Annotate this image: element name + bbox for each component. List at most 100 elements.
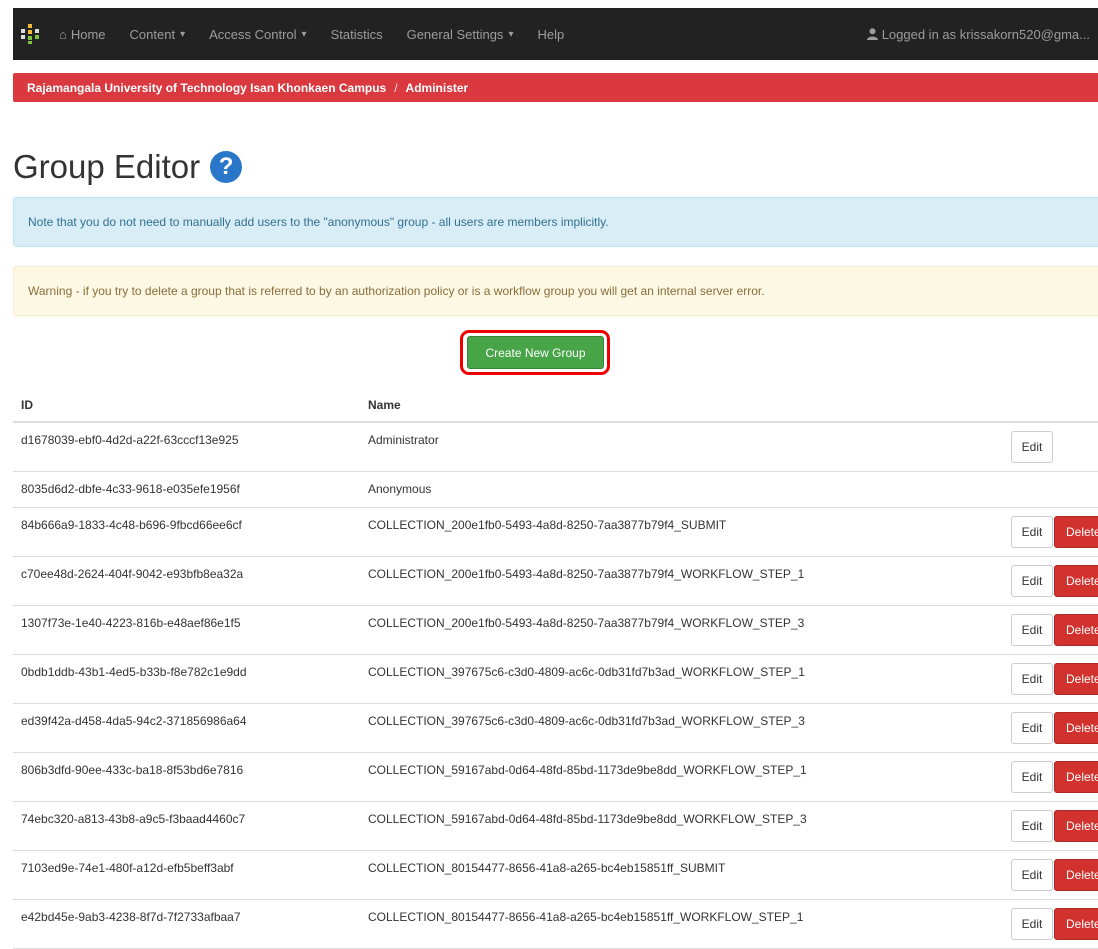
groups-table: ID Name d1678039-ebf0-4d2d-a22f-63cccf13… [13,388,1098,949]
user-icon [866,28,878,40]
breadcrumb: Rajamangala University of Technology Isa… [13,73,1098,102]
group-id-cell: 806b3dfd-90ee-433c-ba18-8f53bd6e7816 [21,763,244,777]
group-id-cell: 7103ed9e-74e1-480f-a12d-efb5beff3abf [21,861,234,875]
group-name-cell: COLLECTION_80154477-8656-41a8-a265-bc4eb… [368,910,804,924]
group-name-cell: Anonymous [368,482,432,496]
warning-alert: Warning - if you try to delete a group t… [13,266,1098,316]
table-row: ed39f42a-d458-4da5-94c2-371856986a64 COLL… [13,704,1098,753]
nav-general-settings-label: General Settings [406,26,504,42]
page-title-text: Group Editor [13,148,201,185]
group-name-cell: COLLECTION_397675c6-c3d0-4809-ac6c-0db31… [368,714,805,728]
table-row: 7103ed9e-74e1-480f-a12d-efb5beff3abf COLL… [13,851,1098,900]
row-actions: Edit Delete [1000,606,1098,654]
group-id-cell: 74ebc320-a813-43b8-a9c5-f3baad4460c7 [21,812,246,826]
help-icon[interactable]: ? [210,151,243,183]
info-alert-text: Note that you do not need to manually ad… [28,215,609,229]
table-header: ID Name [13,388,1098,423]
page-title: Group Editor ? [13,148,243,186]
top-navbar: ⌂ Home Content ▾ Access Control ▾ Statis… [13,8,1098,60]
delete-group-button[interactable]: Delete [1054,614,1098,646]
row-actions: Edit Delete [1000,851,1098,899]
table-row: e42bd45e-9ab3-4238-8f7d-7f2733afbaa7 COLL… [13,900,1098,949]
delete-group-button[interactable]: Delete [1054,761,1098,793]
group-name-cell: COLLECTION_200e1fb0-5493-4a8d-8250-7aa38… [368,518,727,532]
row-actions: Edit [1000,423,1098,471]
breadcrumb-current: Administer [405,80,469,95]
group-id-cell: 0bdb1ddb-43b1-4ed5-b33b-f8e782c1e9dd [21,665,247,679]
table-row: 0bdb1ddb-43b1-4ed5-b33b-f8e782c1e9dd COLL… [13,655,1098,704]
dspace-logo-icon [21,24,39,44]
group-id-cell: 8035d6d2-dbfe-4c33-9618-e035efe1956f [21,482,240,496]
table-row: c70ee48d-2624-404f-9042-e93bfb8ea32a COLL… [13,557,1098,606]
delete-group-button[interactable]: Delete [1054,663,1098,695]
nav-help[interactable]: Help [525,8,576,60]
header-id: ID [21,397,33,412]
row-actions: Edit Delete [1000,900,1098,948]
group-name-cell: Administrator [368,433,439,447]
nav-access-control-label: Access Control [209,26,297,42]
edit-group-button[interactable]: Edit [1011,761,1053,793]
group-name-cell: COLLECTION_59167abd-0d64-48fd-85bd-1173d… [368,763,807,777]
brand-logo[interactable] [13,8,47,60]
nav-statistics-label: Statistics [330,26,383,42]
caret-down-icon: ▾ [180,28,186,40]
nav-home-label: Home [70,26,106,42]
nav-general-settings[interactable]: General Settings ▾ [395,8,526,60]
row-actions: Edit Delete [1000,802,1098,850]
edit-group-button[interactable]: Edit [1011,516,1053,548]
create-new-group-button[interactable]: Create New Group [467,336,604,369]
delete-group-button[interactable]: Delete [1054,516,1098,548]
group-name-cell: COLLECTION_80154477-8656-41a8-a265-bc4eb… [368,861,726,875]
warning-alert-text: Warning - if you try to delete a group t… [28,284,765,298]
row-actions: Edit Delete [1000,704,1098,752]
row-actions [1000,472,1098,507]
delete-group-button[interactable]: Delete [1054,908,1098,940]
group-name-cell: COLLECTION_397675c6-c3d0-4809-ac6c-0db31… [368,665,805,679]
delete-group-button[interactable]: Delete [1054,859,1098,891]
home-icon: ⌂ [59,26,67,42]
group-id-cell: ed39f42a-d458-4da5-94c2-371856986a64 [21,714,247,728]
caret-down-icon: ▾ [301,28,307,40]
group-id-cell: d1678039-ebf0-4d2d-a22f-63cccf13e925 [21,433,239,447]
table-row: 8035d6d2-dbfe-4c33-9618-e035efe1956f Anon… [13,472,1098,508]
nav-statistics[interactable]: Statistics [319,8,395,60]
group-id-cell: 1307f73e-1e40-4223-816b-e48aef86e1f5 [21,616,241,630]
edit-group-button[interactable]: Edit [1011,614,1053,646]
group-name-cell: COLLECTION_200e1fb0-5493-4a8d-8250-7aa38… [368,567,805,581]
delete-group-button[interactable]: Delete [1054,712,1098,744]
table-row: 74ebc320-a813-43b8-a9c5-f3baad4460c7 COLL… [13,802,1098,851]
nav-access-control[interactable]: Access Control ▾ [197,8,318,60]
row-actions: Edit Delete [1000,655,1098,703]
group-name-cell: COLLECTION_200e1fb0-5493-4a8d-8250-7aa38… [368,616,805,630]
group-name-cell: COLLECTION_59167abd-0d64-48fd-85bd-1173d… [368,812,807,826]
caret-down-icon: ▾ [508,28,514,40]
breadcrumb-separator: / [394,80,398,95]
nav-content-label: Content [129,26,176,42]
delete-group-button[interactable]: Delete [1054,565,1098,597]
header-actions [1000,388,1098,421]
user-login-text: Logged in as krissakorn520@gma... [881,26,1090,42]
header-name: Name [368,397,401,412]
table-row: 806b3dfd-90ee-433c-ba18-8f53bd6e7816 COLL… [13,753,1098,802]
edit-group-button[interactable]: Edit [1011,663,1053,695]
nav-home[interactable]: ⌂ Home [47,8,118,60]
edit-group-button[interactable]: Edit [1011,908,1053,940]
table-row: 84b666a9-1833-4c48-b696-9fbcd66ee6cf COLL… [13,508,1098,557]
table-body: d1678039-ebf0-4d2d-a22f-63cccf13e925 Admi… [13,423,1098,949]
edit-group-button[interactable]: Edit [1011,431,1053,463]
edit-group-button[interactable]: Edit [1011,565,1053,597]
nav-help-label: Help [537,26,565,42]
breadcrumb-parent[interactable]: Rajamangala University of Technology Isa… [27,81,386,95]
edit-group-button[interactable]: Edit [1011,859,1053,891]
edit-group-button[interactable]: Edit [1011,712,1053,744]
row-actions: Edit Delete [1000,753,1098,801]
group-id-cell: c70ee48d-2624-404f-9042-e93bfb8ea32a [21,567,244,581]
group-id-cell: 84b666a9-1833-4c48-b696-9fbcd66ee6cf [21,518,242,532]
delete-group-button[interactable]: Delete [1054,810,1098,842]
nav-content[interactable]: Content ▾ [118,8,198,60]
edit-group-button[interactable]: Edit [1011,810,1053,842]
row-actions: Edit Delete [1000,557,1098,605]
user-menu[interactable]: Logged in as krissakorn520@gma... [866,26,1098,42]
info-alert: Note that you do not need to manually ad… [13,197,1098,247]
table-row: 1307f73e-1e40-4223-816b-e48aef86e1f5 COLL… [13,606,1098,655]
